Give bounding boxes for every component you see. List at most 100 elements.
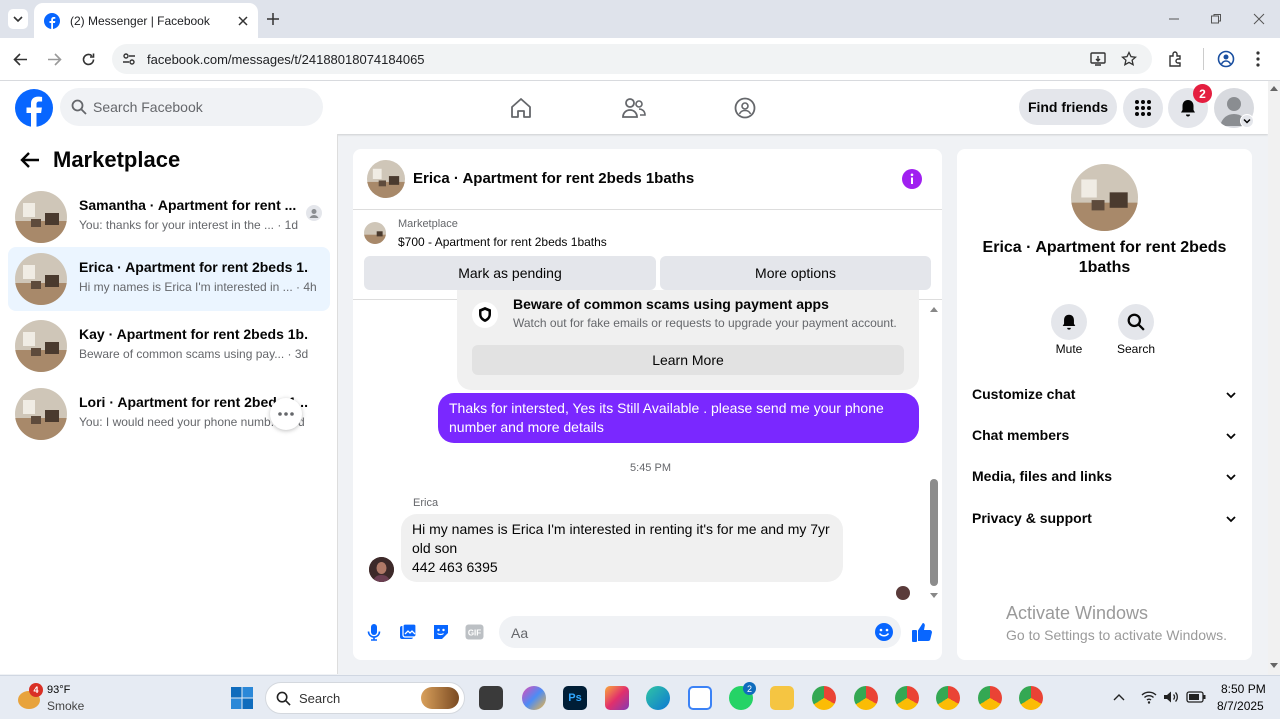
gif-icon[interactable]: GIF — [465, 624, 484, 640]
home-icon[interactable] — [510, 97, 532, 119]
thumbs-up-icon[interactable] — [911, 621, 933, 643]
bell-icon — [1181, 100, 1195, 117]
profile-icon[interactable] — [1217, 50, 1235, 68]
sent-message-bubble[interactable]: Thaks for intersted, Yes its Still Avail… — [438, 393, 919, 443]
page-scrollbar[interactable] — [1268, 81, 1280, 675]
site-info-icon[interactable] — [122, 52, 136, 66]
search-icon — [1127, 313, 1145, 331]
close-window-icon[interactable] — [1253, 13, 1265, 25]
minimize-icon[interactable] — [1168, 13, 1180, 25]
learn-more-button[interactable]: Learn More — [472, 345, 904, 375]
browser-tab-bar: (2) Messenger | Facebook — [0, 0, 1280, 38]
apartment-photo-icon — [15, 253, 67, 305]
emoji-icon[interactable] — [875, 623, 893, 641]
weather-widget[interactable]: 4 93°F Smoke — [14, 683, 94, 715]
chat-avatar[interactable] — [367, 160, 405, 198]
facebook-search-box[interactable]: Search Facebook — [60, 88, 323, 126]
clock-time[interactable]: 8:50 PM — [1221, 682, 1266, 696]
conversation-name: Erica · Apartment for rent 2beds 1... — [79, 259, 309, 275]
conversation-item[interactable]: Samantha · Apartment for rent ... You: t… — [8, 185, 330, 249]
menu-button[interactable] — [1123, 88, 1163, 128]
system-tray-chevron-icon[interactable] — [1113, 692, 1125, 702]
mute-button[interactable] — [1051, 304, 1087, 340]
scroll-up-arrow-icon[interactable] — [930, 306, 938, 312]
task-view-icon[interactable] — [479, 686, 503, 710]
instagram-icon[interactable] — [605, 686, 629, 710]
listing-avatar — [15, 320, 67, 372]
details-avatar[interactable] — [1071, 164, 1138, 231]
new-tab-icon[interactable] — [266, 12, 280, 26]
search-in-chat-button[interactable] — [1118, 304, 1154, 340]
file-explorer-icon[interactable] — [770, 686, 794, 710]
chrome-icon[interactable] — [854, 686, 878, 710]
received-message-bubble[interactable]: Hi my names is Erica I'm interested in r… — [401, 514, 843, 582]
close-tab-icon[interactable] — [238, 15, 248, 26]
edge-icon[interactable] — [646, 686, 670, 710]
extensions-icon[interactable] — [1167, 50, 1185, 68]
sender-avatar[interactable] — [369, 557, 394, 582]
conversation-item-selected[interactable]: Erica · Apartment for rent 2beds 1... Hi… — [8, 247, 330, 311]
listing-text[interactable]: $700 - Apartment for rent 2beds 1baths — [398, 235, 607, 249]
customize-chat-section[interactable]: Customize chat — [972, 386, 1237, 406]
reload-icon[interactable] — [81, 52, 96, 67]
conversation-preview: Beware of common scams using pay... · 3d — [79, 347, 309, 361]
battery-icon[interactable] — [1186, 690, 1206, 704]
message-input[interactable]: Aa — [499, 616, 901, 648]
snipping-tool-icon[interactable] — [688, 686, 712, 710]
conversation-item[interactable]: Kay · Apartment for rent 2beds 1b... Bew… — [8, 314, 330, 378]
received-message-line: Hi my names is Erica I'm interested in r… — [412, 521, 830, 537]
media-files-links-section[interactable]: Media, files and links — [972, 468, 1237, 488]
chrome-icon[interactable] — [1019, 686, 1043, 710]
microphone-icon[interactable] — [367, 623, 381, 641]
photoshop-icon[interactable]: Ps — [563, 686, 587, 710]
taskbar-search[interactable]: Search — [265, 682, 465, 714]
install-app-icon[interactable] — [1090, 51, 1106, 67]
chrome-icon[interactable] — [936, 686, 960, 710]
back-arrow-icon[interactable] — [20, 151, 40, 169]
conversation-preview: You: thanks for your interest in the ...… — [79, 218, 299, 232]
browser-menu-icon[interactable] — [1255, 50, 1261, 68]
weather-condition: Smoke — [47, 699, 85, 713]
forward-icon[interactable] — [47, 52, 62, 67]
conversation-options-button[interactable] — [270, 398, 302, 430]
groups-icon[interactable] — [734, 97, 756, 119]
info-icon[interactable] — [902, 169, 922, 189]
whatsapp-badge: 2 — [743, 682, 756, 695]
scroll-down-arrow-icon[interactable] — [930, 593, 938, 599]
browser-toolbar: facebook.com/messages/t/2418801807418406… — [0, 38, 1280, 81]
volume-icon[interactable] — [1163, 690, 1179, 704]
mark-as-pending-button[interactable]: Mark as pending — [364, 256, 656, 290]
wifi-icon[interactable] — [1141, 690, 1157, 704]
chat-members-section[interactable]: Chat members — [972, 427, 1237, 447]
tab-list-button[interactable] — [8, 9, 28, 29]
conversation-item[interactable]: Lori · Apartment for rent 2beds 1... You… — [8, 382, 330, 446]
friends-icon[interactable] — [622, 97, 646, 119]
clock-date[interactable]: 8/7/2025 — [1217, 699, 1264, 713]
copilot-icon[interactable] — [522, 686, 546, 710]
apartment-photo-icon — [15, 320, 67, 372]
facebook-logo-icon[interactable] — [14, 88, 54, 128]
address-bar[interactable]: facebook.com/messages/t/2418801807418406… — [112, 44, 1152, 74]
restore-icon[interactable] — [1210, 13, 1222, 25]
browser-tab[interactable]: (2) Messenger | Facebook — [34, 3, 258, 38]
bookmark-star-icon[interactable] — [1121, 51, 1137, 67]
chrome-icon[interactable] — [895, 686, 919, 710]
sticker-icon[interactable] — [432, 623, 450, 641]
apartment-photo-icon — [364, 222, 386, 244]
chat-title[interactable]: Erica · Apartment for rent 2beds 1baths — [413, 170, 694, 187]
back-icon[interactable] — [13, 52, 28, 67]
scroll-up-arrow-icon[interactable] — [1270, 85, 1278, 91]
find-friends-button[interactable]: Find friends — [1019, 89, 1117, 125]
chrome-icon[interactable] — [978, 686, 1002, 710]
windows-start-icon[interactable] — [231, 687, 253, 709]
listing-thumbnail[interactable] — [364, 222, 386, 244]
photo-gallery-icon[interactable] — [399, 623, 417, 641]
account-chevron[interactable] — [1240, 114, 1254, 128]
more-options-button[interactable]: More options — [660, 256, 931, 290]
scam-warning-title: Beware of common scams using payment app… — [513, 296, 829, 312]
chrome-icon[interactable] — [812, 686, 836, 710]
chat-scrollbar-thumb[interactable] — [930, 479, 938, 586]
chat-scrollbar[interactable] — [929, 303, 939, 603]
scroll-down-arrow-icon[interactable] — [1270, 663, 1278, 669]
privacy-support-section[interactable]: Privacy & support — [972, 510, 1237, 530]
